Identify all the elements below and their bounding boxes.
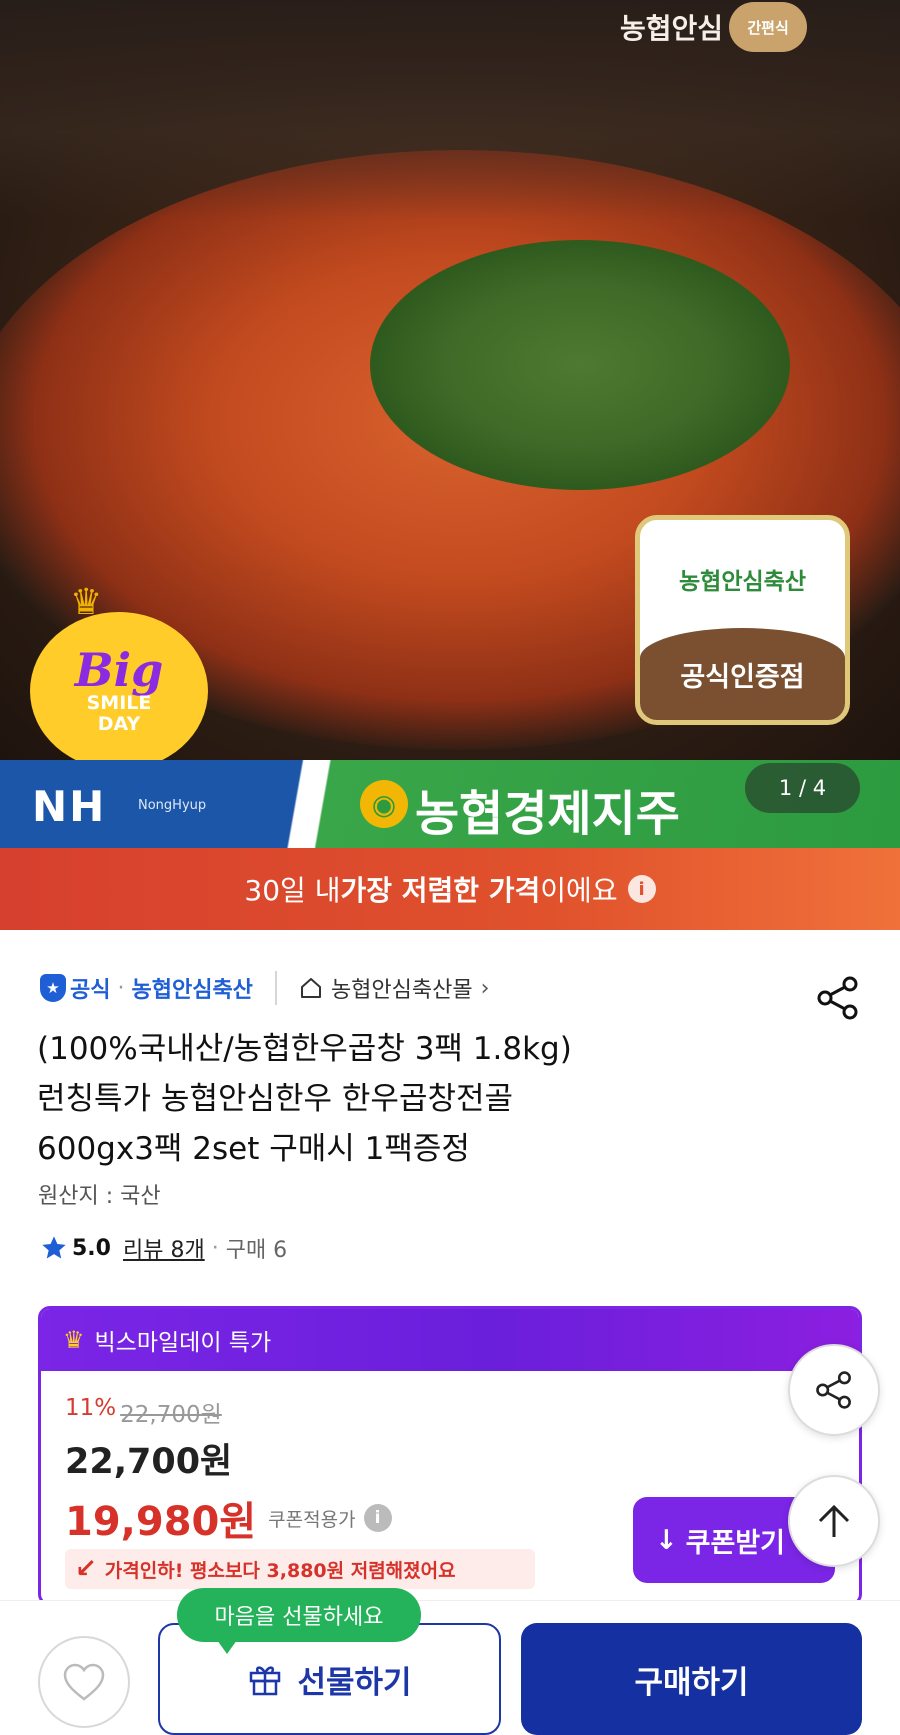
official-shield-icon: ★	[40, 974, 66, 1002]
rating-score: 5.0	[72, 1235, 111, 1261]
cert-brand-text: 농협안심축산	[679, 569, 806, 595]
floating-share-button[interactable]	[788, 1344, 880, 1436]
brand-logo-top: 농협안심 간편식	[620, 0, 808, 54]
coupon-price-label: 쿠폰적용가	[268, 1508, 356, 1531]
carousel-counter: 1 / 4	[745, 763, 860, 813]
brand-top-badge: 간편식	[729, 2, 808, 52]
product-image-carousel[interactable]: 농협안심 간편식 농협안심축산 공식인증점 ♛ Big SMILE DAY	[0, 0, 900, 760]
brand-top-text: 농협안심	[620, 12, 724, 45]
star-icon	[42, 1236, 66, 1259]
title-line-2: 런칭특가 농협안심한우 한우곱창전골	[37, 1081, 514, 1117]
separator-dot: ·	[211, 1235, 219, 1261]
bigsmile-smile: SMILE	[86, 692, 152, 715]
info-icon[interactable]: i	[627, 875, 656, 903]
gift-tooltip: 마음을 선물하세요	[177, 1588, 421, 1654]
deal-card: ♛ 빅스마일데이 특가 11% 22,700원 22,700원 19,980원 …	[38, 1306, 862, 1606]
banner-highlight: 가장 저렴한 가격	[340, 874, 541, 907]
deal-header-label: 빅스마일데이 특가	[94, 1330, 272, 1356]
discount-row: 11% 22,700원	[65, 1395, 222, 1429]
coupon-price: 19,980원	[65, 1499, 257, 1545]
mall-link[interactable]: 농협안심축산몰	[331, 972, 473, 1004]
arrow-down-icon: ↙	[75, 1554, 97, 1584]
nh-emblem-icon: ◉	[360, 780, 408, 828]
coupon-price-row: 19,980원 쿠폰적용가 i	[65, 1489, 392, 1547]
heart-icon	[63, 1663, 105, 1701]
sale-price: 22,700원	[65, 1442, 233, 1482]
share-icon	[816, 1371, 851, 1409]
price-drop-notice: ↙ 가격인하! 평소보다 3,880원 저렴해졌어요	[65, 1549, 535, 1589]
origin-text: 원산지 : 국산	[38, 1184, 161, 1209]
purchase-count: 구매 6	[225, 1238, 288, 1263]
gift-button-label: 선물하기	[297, 1664, 412, 1701]
home-icon	[300, 978, 321, 998]
gift-icon	[250, 1666, 281, 1696]
seller-name[interactable]: 농협안심축산	[131, 972, 252, 1004]
scroll-top-button[interactable]	[788, 1475, 880, 1567]
title-line-1: (100%국내산/농협한우곱창 3팩 1.8kg)	[37, 1031, 572, 1067]
crown-icon: ♛	[70, 582, 103, 623]
discount-percent: 11%	[65, 1395, 117, 1421]
lowest-price-banner[interactable]: 30일 내 가장 저렴한 가격 이에요 i	[0, 848, 900, 930]
separator-dot: ·	[117, 975, 125, 1001]
certification-badge: 농협안심축산 공식인증점	[635, 515, 850, 725]
banner-suffix: 이에요	[540, 874, 618, 907]
banner-prefix: 30일 내	[244, 874, 341, 907]
buy-button-label: 구매하기	[634, 1664, 749, 1701]
rating-row: 5.0 리뷰 8개 · 구매 6	[40, 1232, 287, 1264]
price-drop-text: 가격인하! 평소보다 3,880원 저렴해졌어요	[104, 1559, 456, 1582]
bigsmile-big: Big	[74, 643, 164, 698]
crown-icon: ♛	[63, 1326, 85, 1354]
nh-title: 농협경제지주	[415, 786, 680, 842]
title-line-3: 600gx3팩 2set 구매시 1팩증정	[37, 1131, 470, 1167]
store-row: ★ 공식 · 농협안심축산 농협안심축산몰 ›	[40, 965, 489, 1011]
nh-logo: NH	[32, 782, 107, 831]
big-smile-day-badge: ♛ Big SMILE DAY	[30, 582, 208, 760]
wishlist-button[interactable]	[38, 1636, 130, 1728]
arrow-up-icon	[818, 1504, 850, 1537]
chevron-right-icon: ›	[480, 975, 490, 1001]
product-title: (100%국내산/농협한우곱창 3팩 1.8kg) 런칭특가 농협안심한우 한우…	[37, 1024, 857, 1174]
bigsmile-day: DAY	[97, 713, 141, 735]
download-icon: ↓	[655, 1524, 678, 1556]
cert-label: 공식인증점	[640, 628, 845, 720]
bottom-action-bar: 선물하기 구매하기	[0, 1600, 900, 1735]
official-label: 공식	[70, 978, 111, 1003]
original-price: 22,700원	[120, 1402, 222, 1428]
coupon-button-label: 쿠폰받기	[685, 1527, 785, 1559]
deal-header: ♛ 빅스마일데이 특가	[41, 1309, 859, 1371]
review-link[interactable]: 리뷰 8개	[123, 1232, 205, 1264]
share-icon[interactable]	[815, 975, 861, 1021]
nh-sub-text: NongHyup	[138, 798, 207, 813]
divider	[274, 971, 277, 1005]
info-icon[interactable]: i	[363, 1504, 392, 1532]
buy-button[interactable]: 구매하기	[521, 1623, 862, 1735]
herbs-garnish	[370, 240, 790, 490]
